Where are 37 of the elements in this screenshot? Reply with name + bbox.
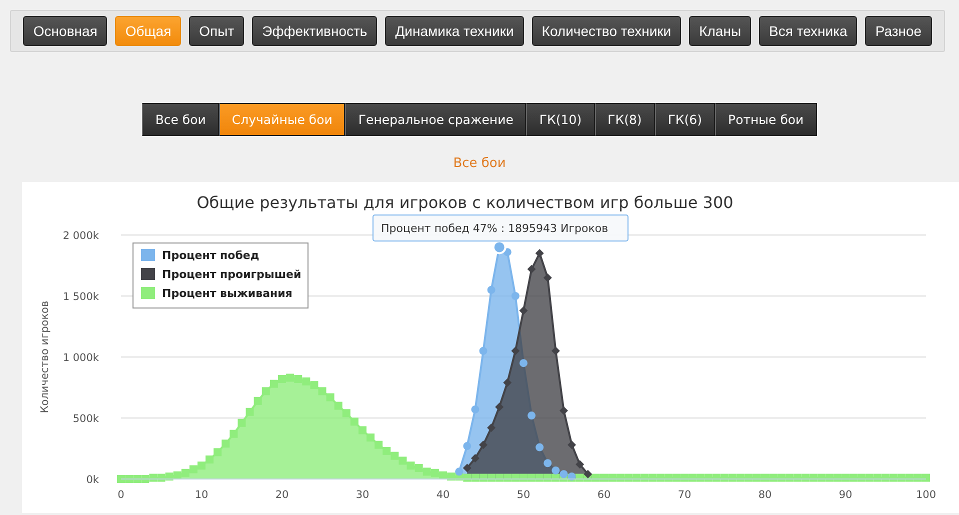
- y-tick-label: 500k: [72, 413, 99, 425]
- y-tick-label: 2 000k: [62, 230, 99, 242]
- x-tick-label: 10: [194, 489, 208, 501]
- legend-label[interactable]: Процент проигрышей: [162, 268, 302, 281]
- x-tick-label: 60: [597, 489, 611, 501]
- x-tick-label: 20: [275, 489, 289, 501]
- point: [455, 468, 464, 476]
- x-tick-label: 0: [118, 489, 124, 501]
- nav-button[interactable]: Разное: [865, 16, 932, 46]
- nav-button[interactable]: Количество техники: [532, 16, 682, 46]
- nav-button[interactable]: Вся техника: [759, 16, 858, 46]
- x-tick-label: 100: [916, 489, 936, 501]
- x-tick-label: 40: [436, 489, 450, 501]
- nav-button[interactable]: Кланы: [689, 16, 752, 46]
- x-tick-label: 90: [838, 489, 852, 501]
- legend-label[interactable]: Процент выживания: [162, 287, 292, 300]
- y-tick-label: 1 500k: [62, 291, 99, 303]
- nav-button[interactable]: Основная: [23, 16, 108, 46]
- x-tick-label: 80: [758, 489, 772, 501]
- battle-type-tab[interactable]: Ротные бои: [715, 103, 817, 136]
- battle-type-tab[interactable]: ГК(10): [526, 103, 595, 136]
- y-tick-label: 0k: [86, 474, 99, 486]
- y-axis-title: Количество игроков: [39, 300, 51, 414]
- battle-type-tab[interactable]: ГК(6): [654, 103, 716, 136]
- nav-button[interactable]: Динамика техники: [385, 16, 524, 46]
- battle-type-tab[interactable]: Все бои: [142, 103, 219, 136]
- battle-type-tab[interactable]: Генеральное сражение: [345, 103, 526, 136]
- y-tick-label: 1 000k: [62, 352, 99, 364]
- nav-button[interactable]: Опыт: [189, 16, 244, 46]
- x-tick-label: 50: [516, 489, 530, 501]
- tooltip-text: Процент побед 47% : 1895943 Игроков: [381, 222, 608, 235]
- chart-title: Общие результаты для игроков с количеством игр больше 300: [196, 193, 734, 212]
- x-tick-label: 30: [356, 489, 370, 501]
- nav-button[interactable]: Эффективность: [252, 16, 378, 46]
- battle-type-tab[interactable]: ГК(8): [594, 103, 655, 136]
- x-tick-label: 70: [678, 489, 692, 501]
- legend-label[interactable]: Процент побед: [162, 249, 260, 262]
